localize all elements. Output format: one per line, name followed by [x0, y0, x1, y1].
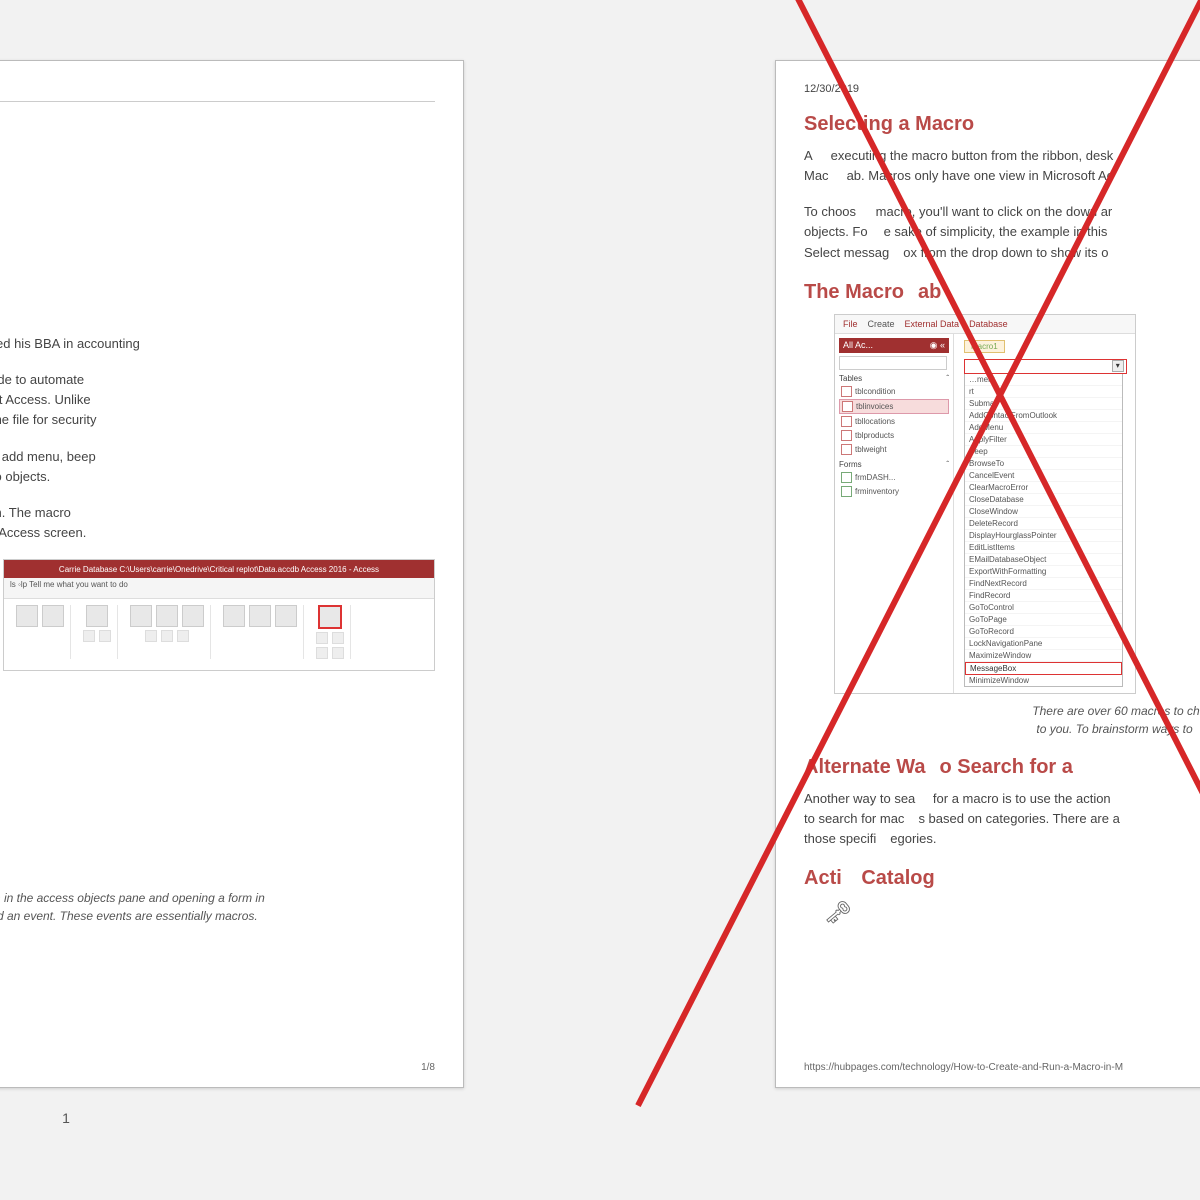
footer-pagenum: 1/8: [421, 1062, 435, 1073]
thumbnail-page-number: 1: [0, 1110, 462, 1126]
figure-caption: . Right clicking on a form in the access…: [0, 889, 395, 925]
page-1: Create and Run a Macro in Microsoft Acce…: [0, 60, 464, 1088]
action-list-item: EMailDatabaseObject: [965, 554, 1122, 566]
action-list-item: EditListItems: [965, 542, 1122, 554]
action-list-item: ApplyFilter: [965, 434, 1122, 446]
action-list-item: ExportWithFormatting: [965, 566, 1122, 578]
action-list-item: BrowseTo: [965, 458, 1122, 470]
action-list-item: CloseDatabase: [965, 494, 1122, 506]
action-list-item: Submac: [965, 398, 1122, 410]
access-tabs: File Create External Data Database: [835, 315, 1135, 334]
create-paragraph: e create tab followed by clicking on the…: [0, 503, 435, 543]
key-icon: 🗝: [824, 900, 1200, 926]
ribbon-group: [77, 605, 118, 659]
ribbon-group: [10, 605, 71, 659]
page-2: 12/30/2019 How to Create a Selecting a M…: [775, 60, 1200, 1088]
ribbon-titlebar: Carrie Database C:\Users\carrie\Onedrive…: [4, 560, 434, 578]
selecting-paragraph-1: Aexecuting the macro button from the rib…: [804, 146, 1200, 186]
ribbon-group: [124, 605, 211, 659]
action-list-item: DeleteRecord: [965, 518, 1122, 530]
figure-caption-2: There are over 60 macros to choofrom in …: [844, 702, 1200, 738]
header-date: 12/30/2019: [804, 83, 859, 95]
search-box: [839, 356, 947, 370]
action-list-item: Beep: [965, 446, 1122, 458]
intro-paragraph: require writing VBA (visual basic for ap…: [0, 370, 435, 430]
document-viewer: Create and Run a Macro in Microsoft Acce…: [0, 0, 1200, 1200]
action-list-item: MessageBox: [965, 662, 1122, 675]
action-list-item: GoToPage: [965, 614, 1122, 626]
action-list-item: MinimizeWindow: [965, 675, 1122, 687]
action-list-item: LockNavigationPane: [965, 638, 1122, 650]
ribbon-tabs: ls ◦lp Tell me what you want to do: [4, 578, 434, 599]
ribbon-group: [217, 605, 304, 659]
author-bio: anufacturing, distribution, and aerospac…: [0, 334, 435, 354]
action-list-item: rt: [965, 386, 1122, 398]
macro-button-highlight: [318, 605, 342, 629]
macro-designer: Macro1 ▾ …mentrtSubmacAddContactFromOutl…: [954, 334, 1135, 693]
alt-paragraph: Another way to sea for a macro is to use…: [804, 789, 1200, 849]
page-footer: https://hubpages.com/technology/How-to-C…: [804, 1062, 1200, 1073]
macro-types-paragraph: m in Microsoft Access such as message bo…: [0, 447, 435, 487]
running-header: 12/30/2019 How to Create a: [804, 83, 1200, 95]
running-header: Create and Run a Macro in Microsoft Acce…: [0, 83, 435, 95]
action-list-item: CloseWindow: [965, 506, 1122, 518]
page-footer: acro-in-Microsoft-Access 1/8: [0, 1062, 435, 1073]
heading-alternate-search: Alternate Wao Search for a: [804, 756, 1200, 779]
ribbon-macro-group: [310, 605, 351, 659]
heading-macro-tab: The Macroab: [804, 281, 1200, 304]
ribbon-screenshot: Carrie Database C:\Users\carrie\Onedrive…: [3, 559, 435, 671]
action-list-item: GoToControl: [965, 602, 1122, 614]
heading-action-catalog: Acti Catalog: [804, 867, 1200, 890]
page-title: nd Run a Macro in: [0, 116, 435, 154]
action-list-item: GoToRecord: [965, 626, 1122, 638]
header-rule: [0, 101, 435, 102]
action-list-item: DisplayHourglassPointer: [965, 530, 1122, 542]
action-list-item: MaximizeWindow: [965, 650, 1122, 662]
selecting-paragraph-2: To choos macro, you'll want to click on …: [804, 202, 1200, 262]
footer-url: https://hubpages.com/technology/How-to-C…: [804, 1062, 1123, 1073]
